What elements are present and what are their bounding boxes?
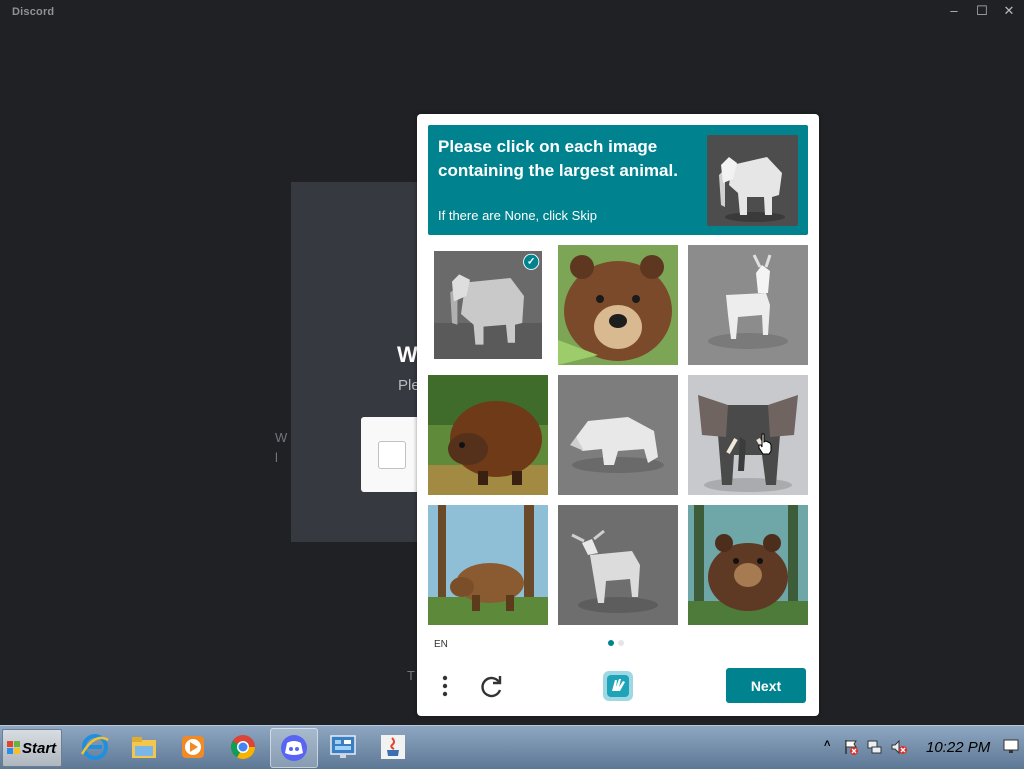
modal-body-line: W [275, 430, 288, 445]
modal-body-line: l [275, 450, 278, 465]
image-tile[interactable]: ✓ [434, 251, 542, 359]
minimize-button[interactable]: – [945, 3, 963, 19]
tray-expand-icon[interactable]: ˄ [824, 738, 830, 750]
media-player-icon[interactable] [170, 728, 216, 766]
hcaptcha-logo-icon[interactable] [601, 669, 635, 703]
action-center-icon[interactable] [842, 738, 860, 756]
close-button[interactable]: ✕ [1000, 3, 1018, 19]
volume-muted-icon[interactable] [890, 738, 908, 756]
internet-explorer-icon[interactable] [72, 728, 118, 766]
page-dot [618, 640, 624, 646]
chrome-icon[interactable] [220, 728, 266, 766]
prompt-hint: If there are None, click Skip [438, 208, 597, 223]
file-explorer-icon[interactable] [121, 728, 167, 766]
image-tile[interactable] [428, 505, 548, 625]
next-button[interactable]: Next [726, 668, 806, 703]
captcha-widget: Please click on each image containing th… [417, 114, 819, 716]
maximize-button[interactable]: ☐ [973, 3, 991, 19]
refresh-icon[interactable] [477, 672, 505, 700]
title-bar: Discord – ☐ ✕ [0, 0, 1024, 24]
image-tile[interactable] [558, 375, 678, 495]
hand-cursor-icon [757, 433, 773, 455]
image-tile[interactable] [428, 375, 548, 495]
windows-logo-icon [7, 741, 20, 754]
example-image [707, 135, 798, 226]
network-icon[interactable] [866, 738, 884, 756]
control-panel-icon[interactable] [320, 728, 366, 766]
taskbar: Start ˄ 10:22 PM [0, 725, 1024, 769]
page-indicator [606, 640, 626, 648]
clock[interactable]: 10:22 PM [926, 739, 990, 756]
prompt-title: Please click on each image containing th… [438, 137, 678, 180]
image-tile[interactable] [688, 505, 808, 625]
image-tile[interactable] [688, 375, 808, 495]
modal-footer-text: T [407, 668, 415, 683]
system-tray: ˄ 10:22 PM [820, 732, 1020, 762]
monitor-icon[interactable] [1003, 738, 1019, 754]
app-title: Discord [12, 6, 55, 18]
more-menu-icon[interactable] [437, 672, 453, 700]
language-selector[interactable]: EN [434, 639, 448, 650]
image-tile[interactable] [558, 505, 678, 625]
start-label: Start [22, 740, 57, 757]
image-tile[interactable] [558, 245, 678, 365]
java-icon[interactable] [370, 728, 416, 766]
modal-heading: W [397, 342, 418, 367]
check-icon: ✓ [523, 253, 540, 270]
start-button[interactable]: Start [2, 729, 62, 767]
modal-body-text: W l [275, 428, 287, 468]
page-dot-active [608, 640, 614, 646]
image-tile[interactable] [688, 245, 808, 365]
captcha-checkbox[interactable] [378, 441, 406, 469]
captcha-prompt: Please click on each image containing th… [428, 125, 808, 235]
discord-taskbar-icon[interactable] [270, 728, 318, 768]
